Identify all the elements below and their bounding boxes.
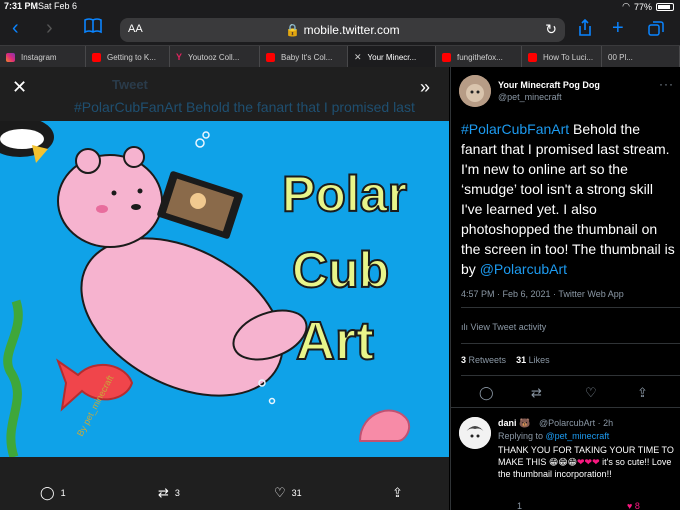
art-title-1: Polar <box>282 166 407 222</box>
author-name[interactable]: Your Minecraft Pog Dog <box>498 80 600 90</box>
ghost-header: Tweet <box>112 77 148 92</box>
reply-author-name[interactable]: dani 🐻 <box>498 418 530 429</box>
reply-reply-count[interactable]: 1 <box>517 501 522 510</box>
tweet-detail-pane: Your Minecraft Pog Dog @pet_minecraft ··… <box>450 67 680 510</box>
heart-icon: ♡ <box>274 485 286 500</box>
media-share-button[interactable]: ⇪ <box>392 485 403 501</box>
tweet-action-bar: ◯ ⇄ ♡ ⇪ <box>451 385 680 401</box>
mention-link[interactable]: @PolarcubArt <box>480 261 567 277</box>
replying-to-link[interactable]: @pet_minecraft <box>546 431 610 441</box>
instagram-icon <box>6 52 15 62</box>
tab-fungithefox[interactable]: fungithefox... <box>436 46 522 68</box>
reply-body: THANK YOU FOR TAKING YOUR TIME TO MAKE T… <box>498 445 674 479</box>
art-title-2: Cub <box>292 242 389 298</box>
hashtag-link[interactable]: #PolarCubFanArt <box>461 121 569 137</box>
tab-how-to[interactable]: How To Luci... <box>522 46 602 68</box>
analytics-icon: ılı <box>461 322 469 332</box>
battery-percent: 77% <box>633 1 652 12</box>
address-bar[interactable]: AA 🔒 mobile.twitter.com ↻ <box>120 18 565 42</box>
media-viewer: Tweet #PolarCubFanArt Behold the fanart … <box>0 67 449 510</box>
back-icon[interactable]: ‹ <box>12 17 19 39</box>
heart-emoji: ❤❤❤ <box>577 457 600 467</box>
battery-icon <box>656 2 674 11</box>
sea-shell <box>358 409 410 442</box>
tab-more[interactable]: 00 Pl... <box>602 46 680 68</box>
like-icon[interactable]: ♡ <box>585 385 597 401</box>
close-icon[interactable]: ✕ <box>12 77 27 98</box>
tabs-overview-icon[interactable] <box>648 20 664 42</box>
bear-head <box>57 154 163 248</box>
divider <box>461 307 680 308</box>
seaweed <box>3 299 23 457</box>
reload-icon[interactable]: ↻ <box>545 21 557 38</box>
fanart-image[interactable]: Polar Cub Art By pet_minecraft <box>0 121 449 457</box>
youtube-icon <box>442 52 451 62</box>
tweet-stats: 3 Retweets 31 Likes <box>461 355 550 365</box>
tab-instagram[interactable]: Instagram <box>0 46 86 68</box>
collapse-panel-icon[interactable]: » <box>420 77 430 98</box>
reply-avatar[interactable] <box>459 417 491 449</box>
tab-getting-to[interactable]: Getting to K... <box>86 46 170 68</box>
tab-bar: Instagram Getting to K... Y Youtooz Coll… <box>0 45 680 68</box>
media-retweet-button[interactable]: ⇄ 3 <box>158 485 180 501</box>
retweets-stat[interactable]: 3 Retweets <box>461 355 506 365</box>
fanart-drawing: Polar Cub Art By pet_minecraft <box>0 121 410 457</box>
reply-icon[interactable]: ◯ <box>479 385 494 401</box>
clock: 7:31 PM <box>4 1 39 11</box>
likes-stat[interactable]: 31 Likes <box>516 355 550 365</box>
status-bar: 7:31 PM Sat Feb 6 ◠ 77% <box>0 0 680 12</box>
reply-icon: ◯ <box>40 485 55 500</box>
divider <box>451 407 680 408</box>
grin-emoji: 😁😁😁 <box>548 457 578 467</box>
more-options-icon[interactable]: ··· <box>659 77 674 91</box>
youtube-icon <box>92 52 101 62</box>
replying-to: Replying to @pet_minecraft <box>498 431 610 441</box>
youtube-icon <box>528 52 537 62</box>
date: Sat Feb 6 <box>38 1 78 11</box>
youtooz-icon: Y <box>176 52 183 62</box>
divider <box>461 375 680 376</box>
tweet-body: #PolarCubFanArt Behold the fanart that I… <box>461 121 675 277</box>
share-icon[interactable] <box>578 18 592 44</box>
ghost-tweet-text: #PolarCubFanArt Behold the fanart that I… <box>74 99 415 115</box>
wifi-icon: ◠ <box>622 1 630 11</box>
retweet-icon: ⇄ <box>158 485 169 500</box>
divider <box>461 343 680 344</box>
art-title-3: Art <box>296 311 374 371</box>
youtube-icon <box>266 52 275 62</box>
url-text[interactable]: 🔒 mobile.twitter.com <box>120 23 565 37</box>
media-like-button[interactable]: ♡ 31 <box>274 485 302 501</box>
retweet-icon[interactable]: ⇄ <box>531 385 542 401</box>
new-tab-icon[interactable]: + <box>612 17 624 39</box>
author-avatar[interactable] <box>459 75 491 107</box>
media-reply-button[interactable]: ◯ 1 <box>40 485 66 501</box>
bear-emoji-icon: 🐻 <box>519 418 531 428</box>
reply-author-handle[interactable]: @PolarcubArt · 2h <box>539 418 613 428</box>
lock-icon: 🔒 <box>285 23 301 37</box>
status-right: ◠ 77% <box>622 1 674 12</box>
bookmarks-icon[interactable] <box>84 17 102 39</box>
reply-like-count[interactable]: ♥ 8 <box>627 501 640 510</box>
tweet-timestamp[interactable]: 4:57 PM · Feb 6, 2021 · Twitter Web App <box>461 289 624 299</box>
share-icon: ⇪ <box>392 485 403 500</box>
browser-toolbar: ‹ › AA 🔒 mobile.twitter.com ↻ + <box>0 12 680 45</box>
forward-icon[interactable]: › <box>46 17 53 39</box>
tab-youtooz[interactable]: Y Youtooz Coll... <box>170 46 260 68</box>
tab-your-minecraft[interactable]: ✕ Your Minecr... <box>348 46 436 68</box>
view-tweet-activity[interactable]: ılı View Tweet activity <box>461 322 546 332</box>
reply-tweet[interactable]: dani 🐻 @PolarcubArt · 2h Replying to @pe… <box>451 409 680 510</box>
heart-filled-icon: ♥ <box>627 501 633 510</box>
media-action-bar: ◯ 1 ⇄ 3 ♡ 31 ⇪ <box>0 485 449 505</box>
author-handle[interactable]: @pet_minecraft <box>498 92 562 102</box>
close-tab-icon[interactable]: ✕ <box>354 52 362 63</box>
share-icon[interactable]: ⇪ <box>637 385 648 401</box>
tab-baby-its-cold[interactable]: Baby It's Col... <box>260 46 348 68</box>
